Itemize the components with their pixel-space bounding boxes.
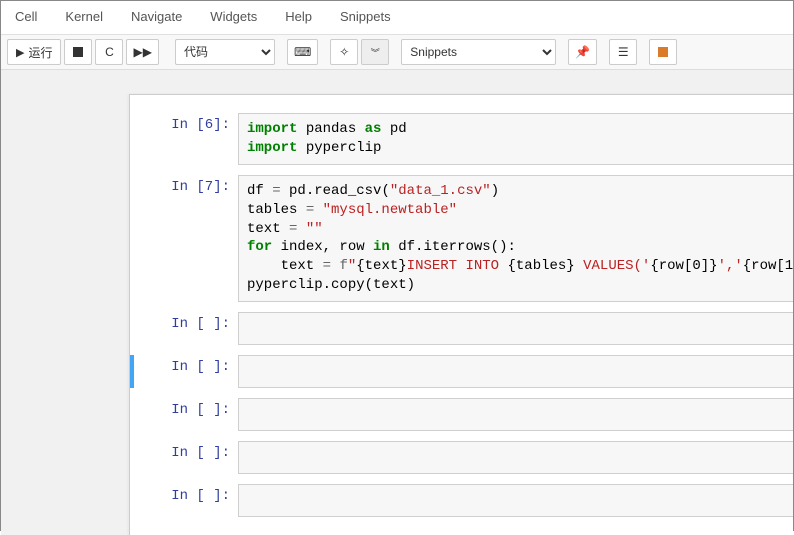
code-cell[interactable]: In [ ]: [130,441,793,474]
cell-prompt: In [ ]: [130,398,238,431]
notebook-container: In [6]:import pandas as pd import pyperc… [1,70,793,535]
menu-item-navigate[interactable]: Navigate [117,5,196,28]
menubar: CellKernelNavigateWidgetsHelpSnippets [1,1,793,35]
menu-item-snippets[interactable]: Snippets [326,5,405,28]
cell-prompt: In [7]: [130,175,238,302]
code-cell[interactable]: In [ ]: [130,484,793,517]
notebook-paper: In [6]:import pandas as pd import pyperc… [129,94,793,535]
fast-forward-icon: ▶▶ [133,45,151,59]
code-cell[interactable]: In [ ]: [130,312,793,345]
chevron-down-icon: ︾ [371,46,380,59]
expand-icon: ✧ [339,45,349,59]
toolbar: ▶ 运行 C ▶▶ 代码 ⌨ ✧ ︾ Snippets 📌 ☰ [1,35,793,70]
keyboard-icon: ⌨ [294,45,311,59]
pin-icon: 📌 [575,45,590,59]
collapse-button[interactable]: ︾ [361,39,389,65]
cell-prompt: In [ ]: [130,312,238,345]
run-button[interactable]: ▶ 运行 [7,39,61,65]
restart-icon: C [105,45,114,59]
menu-item-help[interactable]: Help [271,5,326,28]
list-button[interactable]: ☰ [609,39,637,65]
stop-icon [73,47,83,57]
code-cell[interactable]: In [7]:df = pd.read_csv("data_1.csv") ta… [130,175,793,302]
code-input[interactable] [238,484,793,517]
restart-button[interactable]: C [95,39,123,65]
code-input[interactable] [238,398,793,431]
interrupt-button[interactable] [64,39,92,65]
cell-prompt: In [ ]: [130,484,238,517]
pin-button[interactable]: 📌 [568,39,597,65]
expand-button[interactable]: ✧ [330,39,358,65]
code-input[interactable] [238,312,793,345]
menu-item-kernel[interactable]: Kernel [51,5,117,28]
list-icon: ☰ [618,45,629,59]
code-input[interactable] [238,355,793,388]
menu-item-widgets[interactable]: Widgets [196,5,271,28]
square-icon [658,47,668,57]
marker-button[interactable] [649,39,677,65]
restart-run-all-button[interactable]: ▶▶ [126,39,158,65]
code-cell[interactable]: In [ ]: [130,398,793,431]
code-input[interactable] [238,441,793,474]
cell-prompt: In [6]: [130,113,238,165]
code-input[interactable]: df = pd.read_csv("data_1.csv") tables = … [238,175,793,302]
keyboard-button[interactable]: ⌨ [287,39,318,65]
cell-type-select[interactable]: 代码 [175,39,275,65]
menu-item-cell[interactable]: Cell [1,5,51,28]
code-cell[interactable]: In [6]:import pandas as pd import pyperc… [130,113,793,165]
code-cell[interactable]: In [ ]: [130,355,793,388]
code-input[interactable]: import pandas as pd import pyperclip [238,113,793,165]
snippets-select[interactable]: Snippets [401,39,556,65]
run-label: 运行 [28,44,52,61]
cell-prompt: In [ ]: [134,355,238,388]
cell-prompt: In [ ]: [130,441,238,474]
play-icon: ▶ [16,46,24,59]
